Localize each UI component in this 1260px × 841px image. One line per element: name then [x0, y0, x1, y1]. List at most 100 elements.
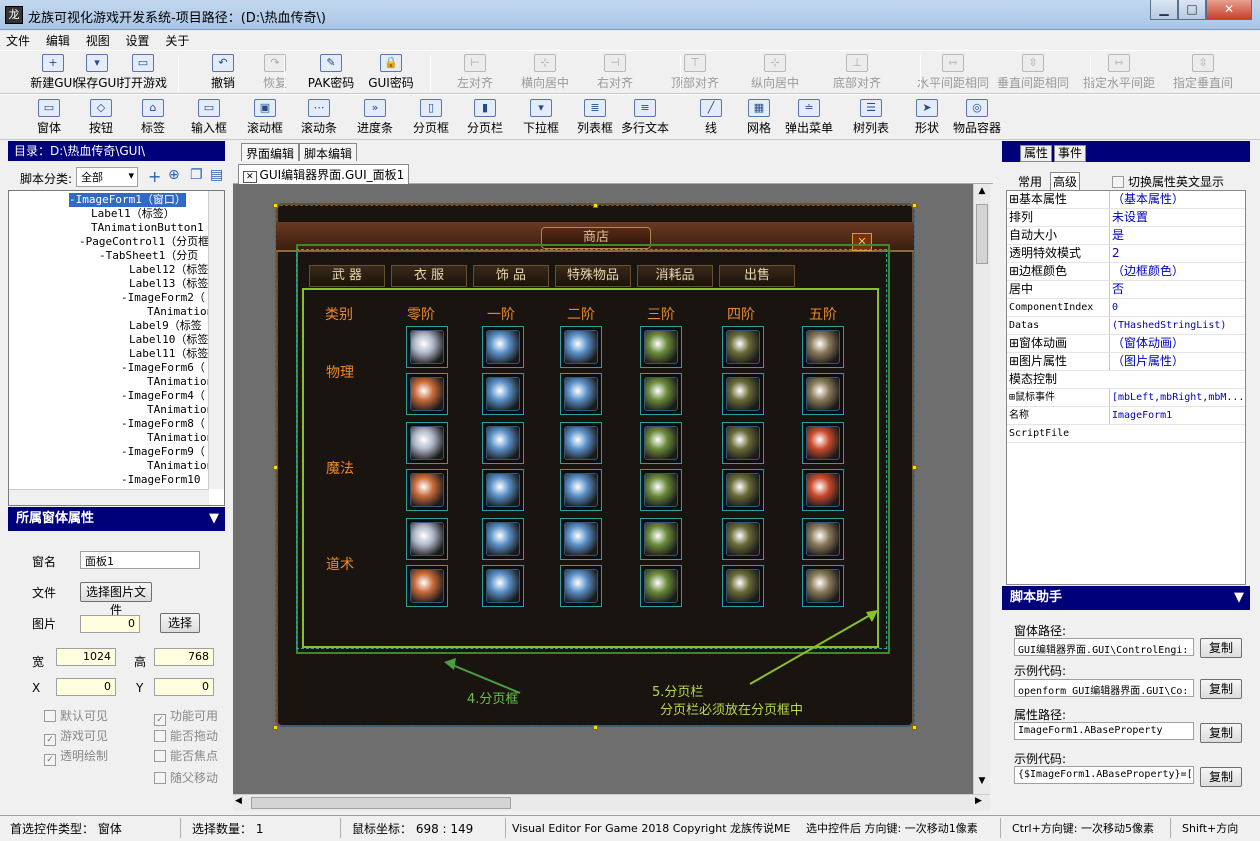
- toolbar-popup-menu-button[interactable]: ≐ 弹出菜单: [780, 99, 838, 136]
- tree-node[interactable]: TAnimation: [147, 403, 213, 417]
- y-input[interactable]: 0: [154, 678, 214, 696]
- toolbar-scrollbar-button[interactable]: ⋯ 滚动条: [290, 99, 348, 136]
- property-row[interactable]: ⊞图片属性 （图片属性）: [1007, 353, 1245, 371]
- tab-script-editor[interactable]: 脚本编辑: [299, 143, 358, 161]
- form-option-checkbox[interactable]: ✓ 游戏可见: [44, 727, 108, 746]
- property-row[interactable]: 名称 ImageForm1: [1007, 407, 1245, 425]
- tree-node[interactable]: -ImageForm2（: [121, 291, 205, 305]
- add-icon[interactable]: +: [148, 167, 161, 186]
- tab-ui-editor[interactable]: 界面编辑: [241, 143, 300, 161]
- property-grid[interactable]: ⊞基本属性 （基本属性） 排列 未设置 自动大小是透明特效模式 2 ⊞边框颜色 （边框颜色）居…: [1006, 190, 1246, 585]
- property-value[interactable]: （图片属性）: [1109, 353, 1245, 370]
- tree-node[interactable]: TAnimation: [147, 305, 213, 319]
- form-option-checkbox[interactable]: 默认可见: [44, 707, 108, 724]
- property-row[interactable]: Datas (THashedStringList): [1007, 317, 1245, 335]
- property-value[interactable]: [mbLeft,mbRight,mbM...: [1109, 389, 1245, 406]
- copy-sample-code-2-button[interactable]: 复制: [1200, 767, 1242, 787]
- property-value[interactable]: 否: [1109, 281, 1245, 298]
- copy-sample-code-1-button[interactable]: 复制: [1200, 679, 1242, 699]
- menu-file[interactable]: 文件: [0, 30, 36, 51]
- checkbox-box[interactable]: ✓: [44, 734, 56, 746]
- checkbox-box[interactable]: [44, 710, 56, 722]
- tree-node[interactable]: -ImageForm6（: [121, 361, 205, 375]
- tree-node[interactable]: TAnimationButton1（: [91, 221, 215, 235]
- toolbar-item-container-button[interactable]: ◎ 物品容器: [948, 99, 1006, 136]
- property-row[interactable]: ComponentIndex 0: [1007, 299, 1245, 317]
- canvas-vertical-scrollbar[interactable]: ▲ ▼: [973, 184, 990, 794]
- resize-handle[interactable]: [273, 725, 278, 730]
- toolbar-input-box-button[interactable]: ▭ 输入框: [180, 99, 238, 136]
- form-option-checkbox[interactable]: ✓ 功能可用: [154, 707, 218, 726]
- tree-node[interactable]: -ImageForm10（: [121, 473, 211, 487]
- menu-settings[interactable]: 设置: [120, 30, 156, 51]
- tree-node[interactable]: Label9（标签: [129, 319, 202, 333]
- toolbar-redo-button[interactable]: ↷ 恢复: [244, 54, 306, 91]
- tab-events[interactable]: 事件: [1054, 145, 1087, 162]
- property-value[interactable]: 未设置: [1109, 209, 1245, 226]
- close-button[interactable]: ✕: [1206, 0, 1252, 20]
- menu-view[interactable]: 视图: [80, 30, 116, 51]
- height-input[interactable]: 768: [154, 648, 214, 666]
- close-tab-icon[interactable]: ✕: [243, 171, 257, 183]
- property-value[interactable]: ImageForm1: [1109, 407, 1245, 424]
- property-path-input[interactable]: ImageForm1.ABaseProperty: [1014, 722, 1194, 740]
- property-row[interactable]: 自动大小 是: [1007, 227, 1245, 245]
- tree-node[interactable]: Label1（标签）: [91, 207, 175, 221]
- resize-handle[interactable]: [912, 465, 917, 470]
- form-path-input[interactable]: GUI编辑器界面.GUI\ControlEngi:: [1014, 638, 1194, 656]
- toolbar-open-folder-button[interactable]: ▭ 打开游戏: [112, 54, 174, 91]
- scroll-thumb-vertical[interactable]: [976, 204, 988, 264]
- toolbar-button-button[interactable]: ◇ 按钮: [72, 99, 130, 136]
- toolbar-tab-sheet-button[interactable]: ▮ 分页栏: [456, 99, 514, 136]
- property-row[interactable]: 模态控制: [1007, 371, 1245, 389]
- x-input[interactable]: 0: [56, 678, 116, 696]
- toolbar-progress-button[interactable]: » 进度条: [346, 99, 404, 136]
- form-option-checkbox[interactable]: ✓ 透明绘制: [44, 747, 108, 766]
- property-row[interactable]: ⊞边框颜色 （边框颜色）: [1007, 263, 1245, 281]
- property-value[interactable]: （窗体动画）: [1109, 335, 1245, 352]
- property-value[interactable]: （边框颜色）: [1109, 263, 1245, 280]
- resize-handle[interactable]: [273, 465, 278, 470]
- tree-node[interactable]: -ImageForm1（窗口）: [69, 193, 186, 207]
- property-row[interactable]: 排列 未设置: [1007, 209, 1245, 227]
- menu-about[interactable]: 关于: [159, 30, 195, 51]
- collapse-helper-icon[interactable]: ▼: [1234, 586, 1244, 610]
- sample-code-input-2[interactable]: {$ImageForm1.ABaseProperty}=[: [1014, 766, 1194, 784]
- tree-node[interactable]: -ImageForm8（: [121, 417, 205, 431]
- choose-image-button[interactable]: 选择: [160, 613, 200, 633]
- property-row[interactable]: ScriptFile: [1007, 425, 1245, 443]
- image-index-input[interactable]: 0: [80, 615, 140, 633]
- property-row[interactable]: ⊞窗体动画 （窗体动画）: [1007, 335, 1245, 353]
- toolbar-tree-list-button[interactable]: ☰ 树列表: [842, 99, 900, 136]
- component-tree[interactable]: -ImageForm1（窗口） Label1（标签） TAnimationButto…: [8, 190, 225, 506]
- toolbar-vspace-equal-button[interactable]: ⇳ 垂直间距相同: [990, 54, 1076, 91]
- resize-handle[interactable]: [593, 725, 598, 730]
- toolbar-align-hcenter-button[interactable]: ⊹ 横向居中: [514, 54, 576, 91]
- maximize-button[interactable]: □: [1178, 0, 1206, 20]
- tree-node[interactable]: Label13（标签: [129, 277, 208, 291]
- menu-edit[interactable]: 编辑: [40, 30, 76, 51]
- tree-vertical-scrollbar[interactable]: [208, 191, 224, 489]
- tree-node[interactable]: Label12（标签: [129, 263, 208, 277]
- checkbox-box[interactable]: ✓: [44, 754, 56, 766]
- tree-node[interactable]: -PageControl1（分页框: [79, 235, 209, 249]
- scroll-up-icon[interactable]: ▲: [975, 186, 989, 200]
- resize-handle[interactable]: [912, 203, 917, 208]
- width-input[interactable]: 1024: [56, 648, 116, 666]
- toolbar-align-left-button[interactable]: ⊢ 左对齐: [444, 54, 506, 91]
- tree-node[interactable]: -ImageForm4（: [121, 389, 205, 403]
- toggle-english-checkbox[interactable]: 切换属性英文显示: [1112, 173, 1224, 190]
- toolbar-window-button[interactable]: ▭ 窗体: [20, 99, 78, 136]
- script-category-select[interactable]: 全部 ▾: [76, 167, 138, 187]
- property-value[interactable]: (THashedStringList): [1109, 317, 1245, 334]
- checkbox-box[interactable]: ✓: [154, 714, 166, 726]
- copy-icon[interactable]: ❐: [190, 167, 203, 183]
- tree-node[interactable]: TAnimation: [147, 375, 213, 389]
- resize-handle[interactable]: [593, 203, 598, 208]
- checkbox-box[interactable]: [154, 750, 166, 762]
- toolbar-memo-button[interactable]: ≡ 多行文本: [616, 99, 674, 136]
- tree-horizontal-scrollbar[interactable]: [9, 489, 209, 505]
- property-value[interactable]: 0: [1109, 299, 1245, 316]
- toolbar-align-right-button[interactable]: ⊣ 右对齐: [584, 54, 646, 91]
- toolbar-align-top-button[interactable]: ⊤ 顶部对齐: [664, 54, 726, 91]
